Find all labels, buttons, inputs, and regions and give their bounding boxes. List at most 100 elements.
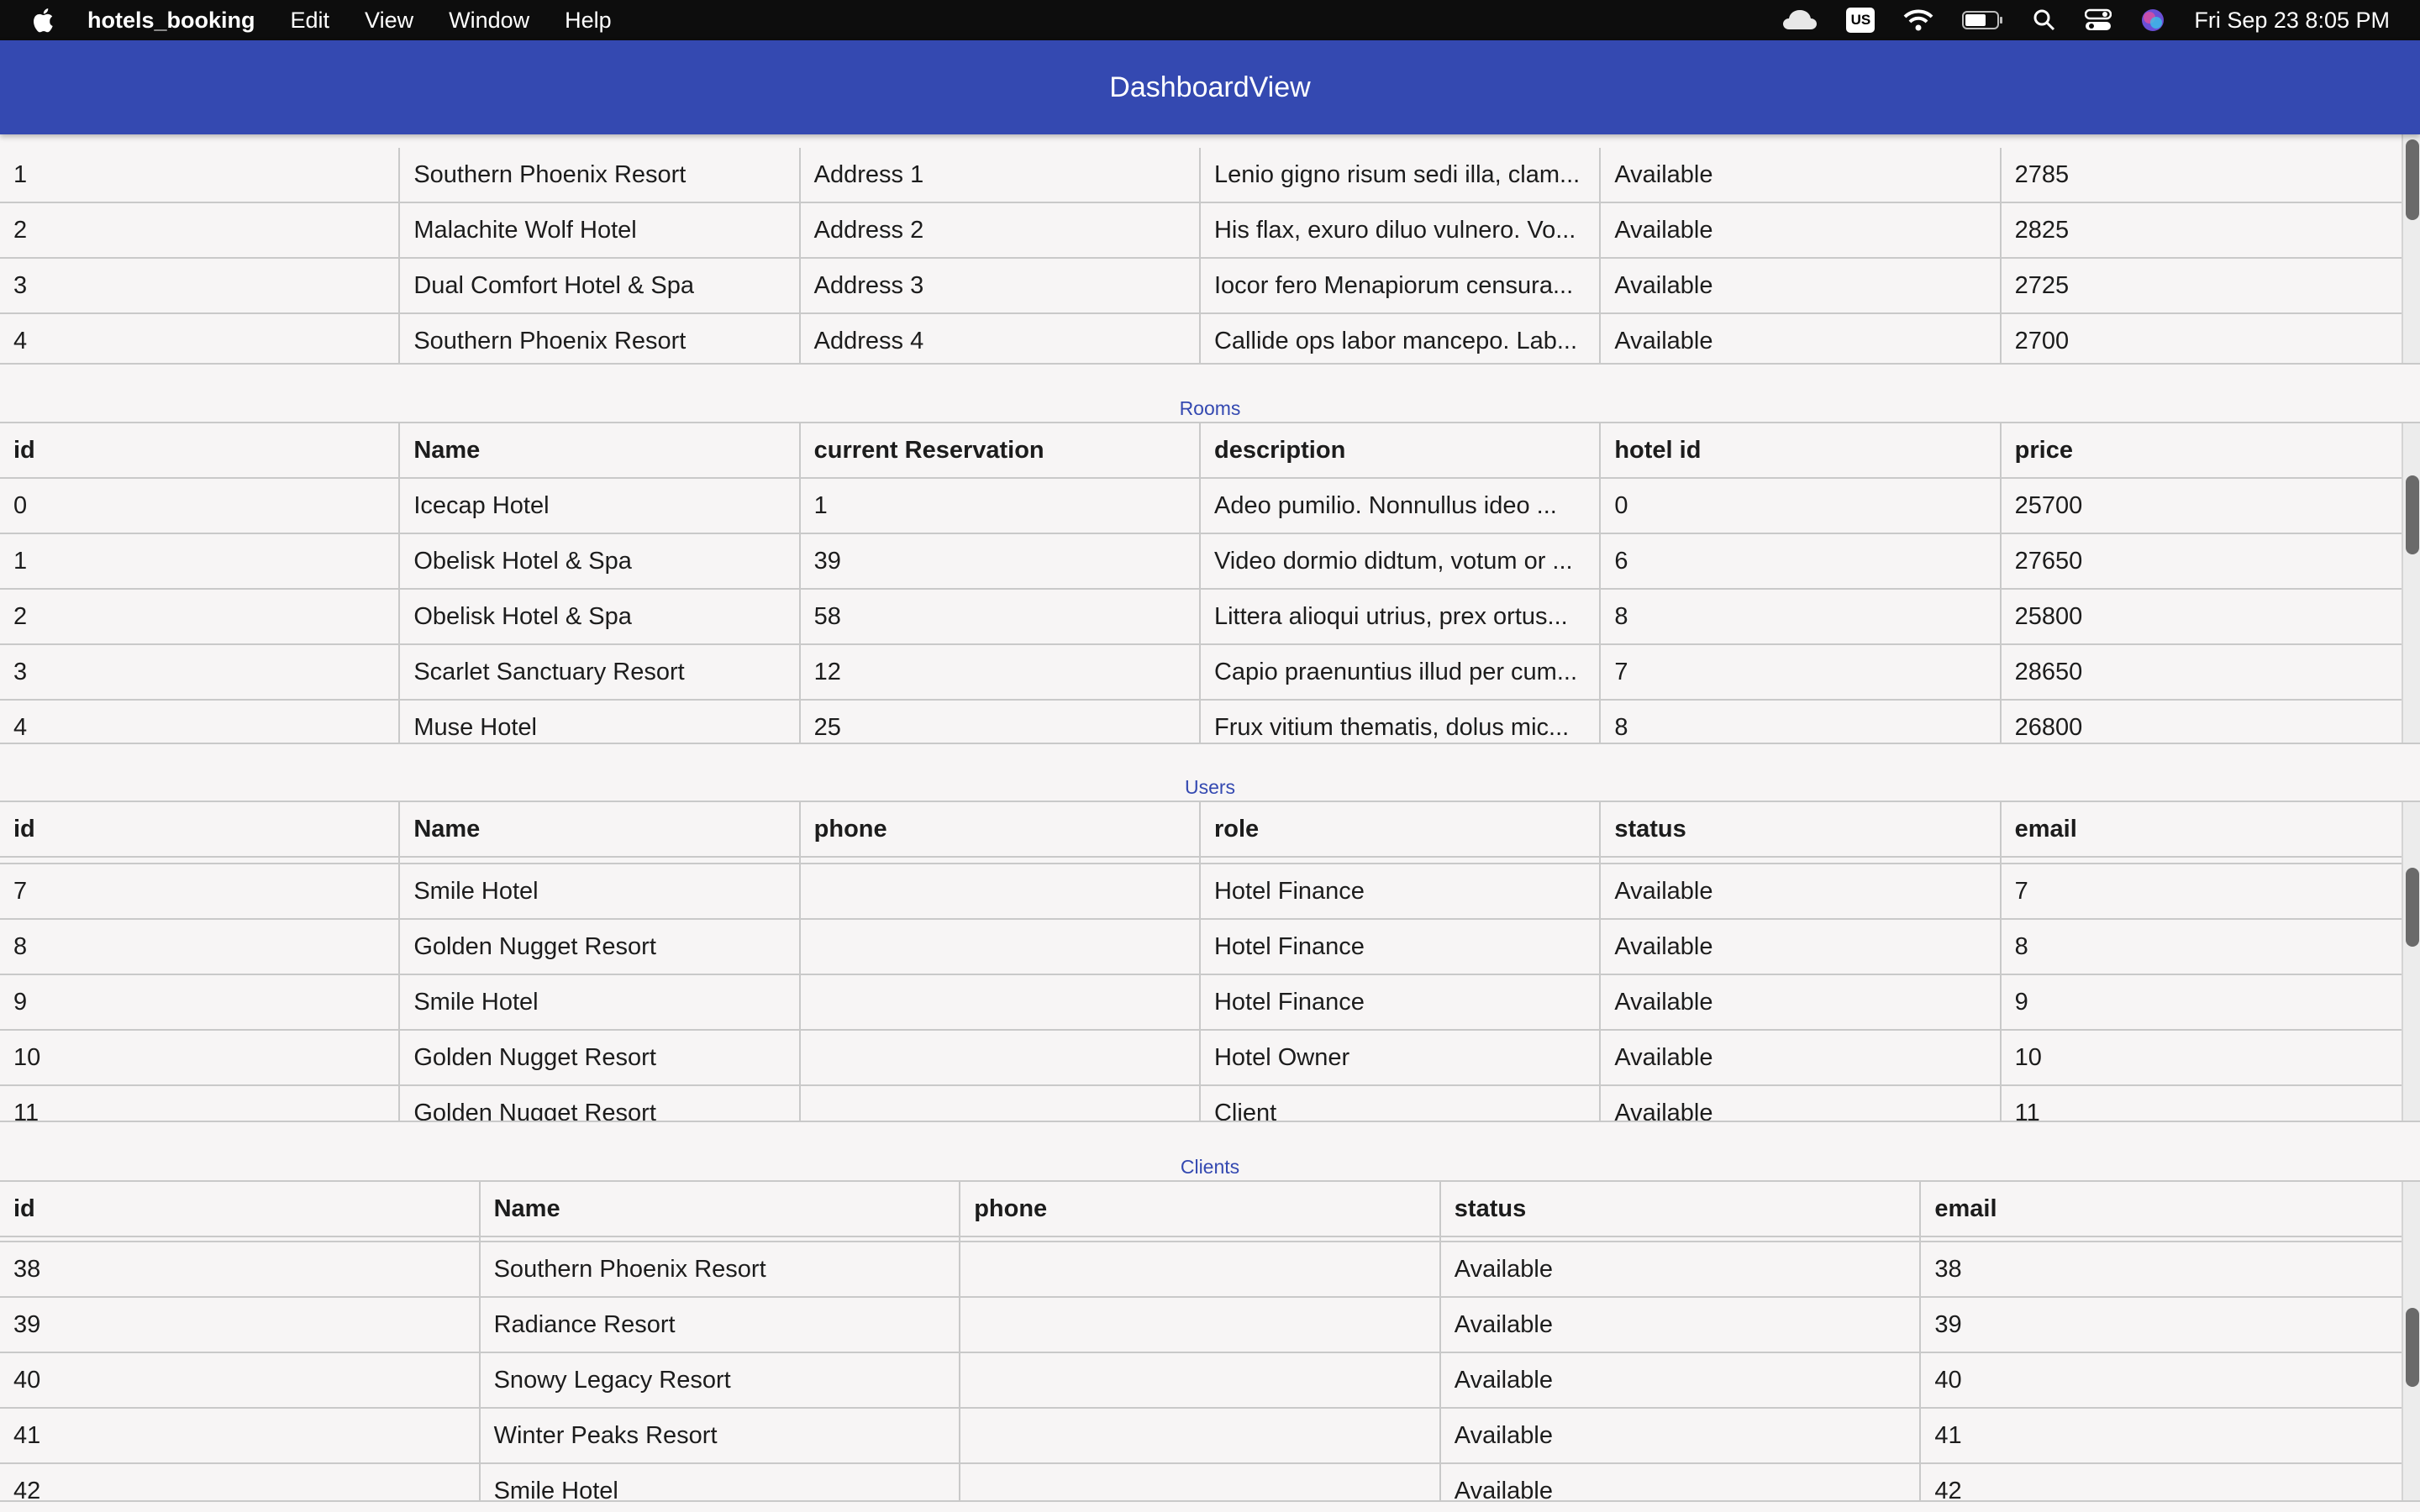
keyboard-icon[interactable]: US	[1846, 8, 1876, 33]
table-row[interactable]: 10 Golden Nugget Resort Hotel Owner Avai…	[0, 1031, 2402, 1086]
menu-clock[interactable]: Fri Sep 23 8:05 PM	[2194, 8, 2390, 34]
table-row[interactable]: 4 Muse Hotel 25 Frux vitium thematis, do…	[0, 701, 2402, 743]
cell-id: 7	[0, 864, 401, 918]
table-row[interactable]: 42 Smile Hotel Available 42	[0, 1464, 2402, 1500]
cell-name: Golden Nugget Resort	[400, 920, 801, 974]
cell-email: 11	[2014, 1099, 2040, 1122]
scroll-thumb[interactable]	[2406, 1308, 2419, 1387]
cell-role: Hotel Finance	[1201, 975, 1602, 1029]
column-header[interactable]: description	[1201, 423, 1602, 477]
cell-id: 42	[0, 1464, 481, 1500]
table-row[interactable]: 4 Southern Phoenix Resort Address 4 Call…	[0, 314, 2402, 363]
users-table[interactable]: id Name phone role status email 7 Smile …	[0, 801, 2420, 1122]
clients-table[interactable]: id Name phone status email 38 Southern P…	[0, 1180, 2420, 1502]
rooms-table[interactable]: id Name current Reservation description …	[0, 422, 2420, 744]
cell-id: 4	[0, 314, 401, 363]
battery-icon[interactable]	[1962, 10, 2004, 30]
hotels-table[interactable]: 1 Southern Phoenix Resort Address 1 Leni…	[0, 134, 2420, 365]
column-header[interactable]: hotel id	[1601, 423, 2002, 477]
column-header[interactable]: Name	[400, 802, 801, 856]
table-row-partial[interactable]	[0, 858, 2402, 864]
wifi-icon[interactable]	[1903, 8, 1933, 32]
column-header[interactable]: status	[1441, 1182, 1922, 1236]
column-header[interactable]: email	[1921, 1182, 2402, 1236]
column-header[interactable]: status	[1601, 802, 2002, 856]
table-row[interactable]: 38 Southern Phoenix Resort Available 38	[0, 1242, 2402, 1298]
table-row[interactable]: 3 Dual Comfort Hotel & Spa Address 3 Ioc…	[0, 259, 2402, 314]
rooms-scrollbar[interactable]	[2402, 423, 2420, 743]
cell	[801, 858, 1201, 863]
column-header[interactable]: email	[2002, 802, 2402, 856]
table-row[interactable]: 40 Snowy Legacy Resort Available 40	[0, 1353, 2402, 1409]
table-row[interactable]: 41 Winter Peaks Resort Available 41	[0, 1409, 2402, 1464]
table-row[interactable]: 2 Malachite Wolf Hotel Address 2 His fla…	[0, 203, 2402, 259]
apple-icon[interactable]	[30, 6, 59, 34]
cell-name: Smile Hotel	[400, 864, 801, 918]
hotels-scrollbar[interactable]	[2402, 134, 2420, 363]
table-row[interactable]: 39 Radiance Resort Available 39	[0, 1298, 2402, 1353]
cell-id: 3	[0, 645, 401, 699]
column-header[interactable]: phone	[960, 1182, 1441, 1236]
column-header[interactable]: role	[1201, 802, 1602, 856]
cell-hotel-id: 0	[1601, 479, 2002, 533]
scroll-thumb[interactable]	[2406, 139, 2419, 220]
cell-hotel-id: 7	[1601, 645, 2002, 699]
cell-phone	[801, 1031, 1201, 1084]
cell-price: 2825	[2014, 216, 2070, 244]
cell-id: 8	[0, 920, 401, 974]
menu-edit[interactable]: Edit	[291, 8, 330, 34]
search-icon[interactable]	[2033, 8, 2056, 32]
cell-price: 2785	[2014, 160, 2070, 188]
cell-reservation: 1	[801, 479, 1201, 533]
column-header[interactable]: phone	[801, 802, 1201, 856]
column-header[interactable]: Name	[400, 423, 801, 477]
table-row[interactable]: 1 Obelisk Hotel & Spa 39 Video dormio di…	[0, 534, 2402, 590]
table-row[interactable]: 8 Golden Nugget Resort Hotel Finance Ava…	[0, 920, 2402, 975]
cell-name: Radiance Resort	[481, 1298, 961, 1352]
table-row[interactable]: 11 Golden Nugget Resort Client Available…	[0, 1086, 2402, 1122]
cell-email: 39	[1934, 1310, 1962, 1338]
cell-description: Iocor fero Menapiorum censura...	[1201, 259, 1602, 312]
table-row[interactable]: 7 Smile Hotel Hotel Finance Available 7	[0, 864, 2402, 920]
cell-id: 10	[0, 1031, 401, 1084]
cell	[400, 858, 801, 863]
clients-scrollbar[interactable]	[2402, 1182, 2420, 1500]
cell-email: 9	[2014, 988, 2028, 1016]
column-header[interactable]: Name	[481, 1182, 961, 1236]
column-header[interactable]: current Reservation	[801, 423, 1201, 477]
cell-name: Golden Nugget Resort	[400, 1031, 801, 1084]
users-scrollbar[interactable]	[2402, 802, 2420, 1121]
cell-status: Available	[1601, 1086, 2002, 1121]
scroll-thumb[interactable]	[2406, 868, 2419, 947]
cell-email: 8	[2014, 932, 2028, 960]
cell-status: Available	[1441, 1242, 1922, 1296]
cell-id: 2	[0, 590, 401, 643]
window-title: DashboardView	[1109, 71, 1311, 103]
table-header: id Name current Reservation description …	[0, 423, 2402, 479]
menu-help[interactable]: Help	[565, 8, 612, 34]
table-row[interactable]: 2 Obelisk Hotel & Spa 58 Littera alioqui…	[0, 590, 2402, 645]
app-menu[interactable]: hotels_booking	[87, 8, 255, 34]
cell-id: 0	[0, 479, 401, 533]
siri-icon[interactable]	[2140, 8, 2165, 33]
cell-name: Obelisk Hotel & Spa	[400, 590, 801, 643]
scroll-thumb[interactable]	[2406, 475, 2419, 554]
cloud-icon[interactable]	[1782, 8, 1818, 33]
cell-price: 2725	[2014, 271, 2070, 299]
column-header[interactable]: price	[2002, 423, 2402, 477]
column-header[interactable]: id	[0, 1182, 481, 1236]
table-row[interactable]: 9 Smile Hotel Hotel Finance Available 9	[0, 975, 2402, 1031]
cell-name: Obelisk Hotel & Spa	[400, 534, 801, 588]
cell	[1441, 1237, 1922, 1241]
menu-view[interactable]: View	[365, 8, 413, 34]
column-header[interactable]: id	[0, 802, 401, 856]
table-row[interactable]: 3 Scarlet Sanctuary Resort 12 Capio prae…	[0, 645, 2402, 701]
cell-role: Client	[1201, 1086, 1602, 1121]
table-row[interactable]: 0 Icecap Hotel 1 Adeo pumilio. Nonnullus…	[0, 479, 2402, 534]
table-row[interactable]: 1 Southern Phoenix Resort Address 1 Leni…	[0, 148, 2402, 203]
column-header[interactable]: id	[0, 423, 401, 477]
control-center-icon[interactable]	[2085, 8, 2112, 32]
cell-price: 26800	[2014, 713, 2083, 741]
cell-reservation: 58	[801, 590, 1201, 643]
menu-window[interactable]: Window	[449, 8, 529, 34]
